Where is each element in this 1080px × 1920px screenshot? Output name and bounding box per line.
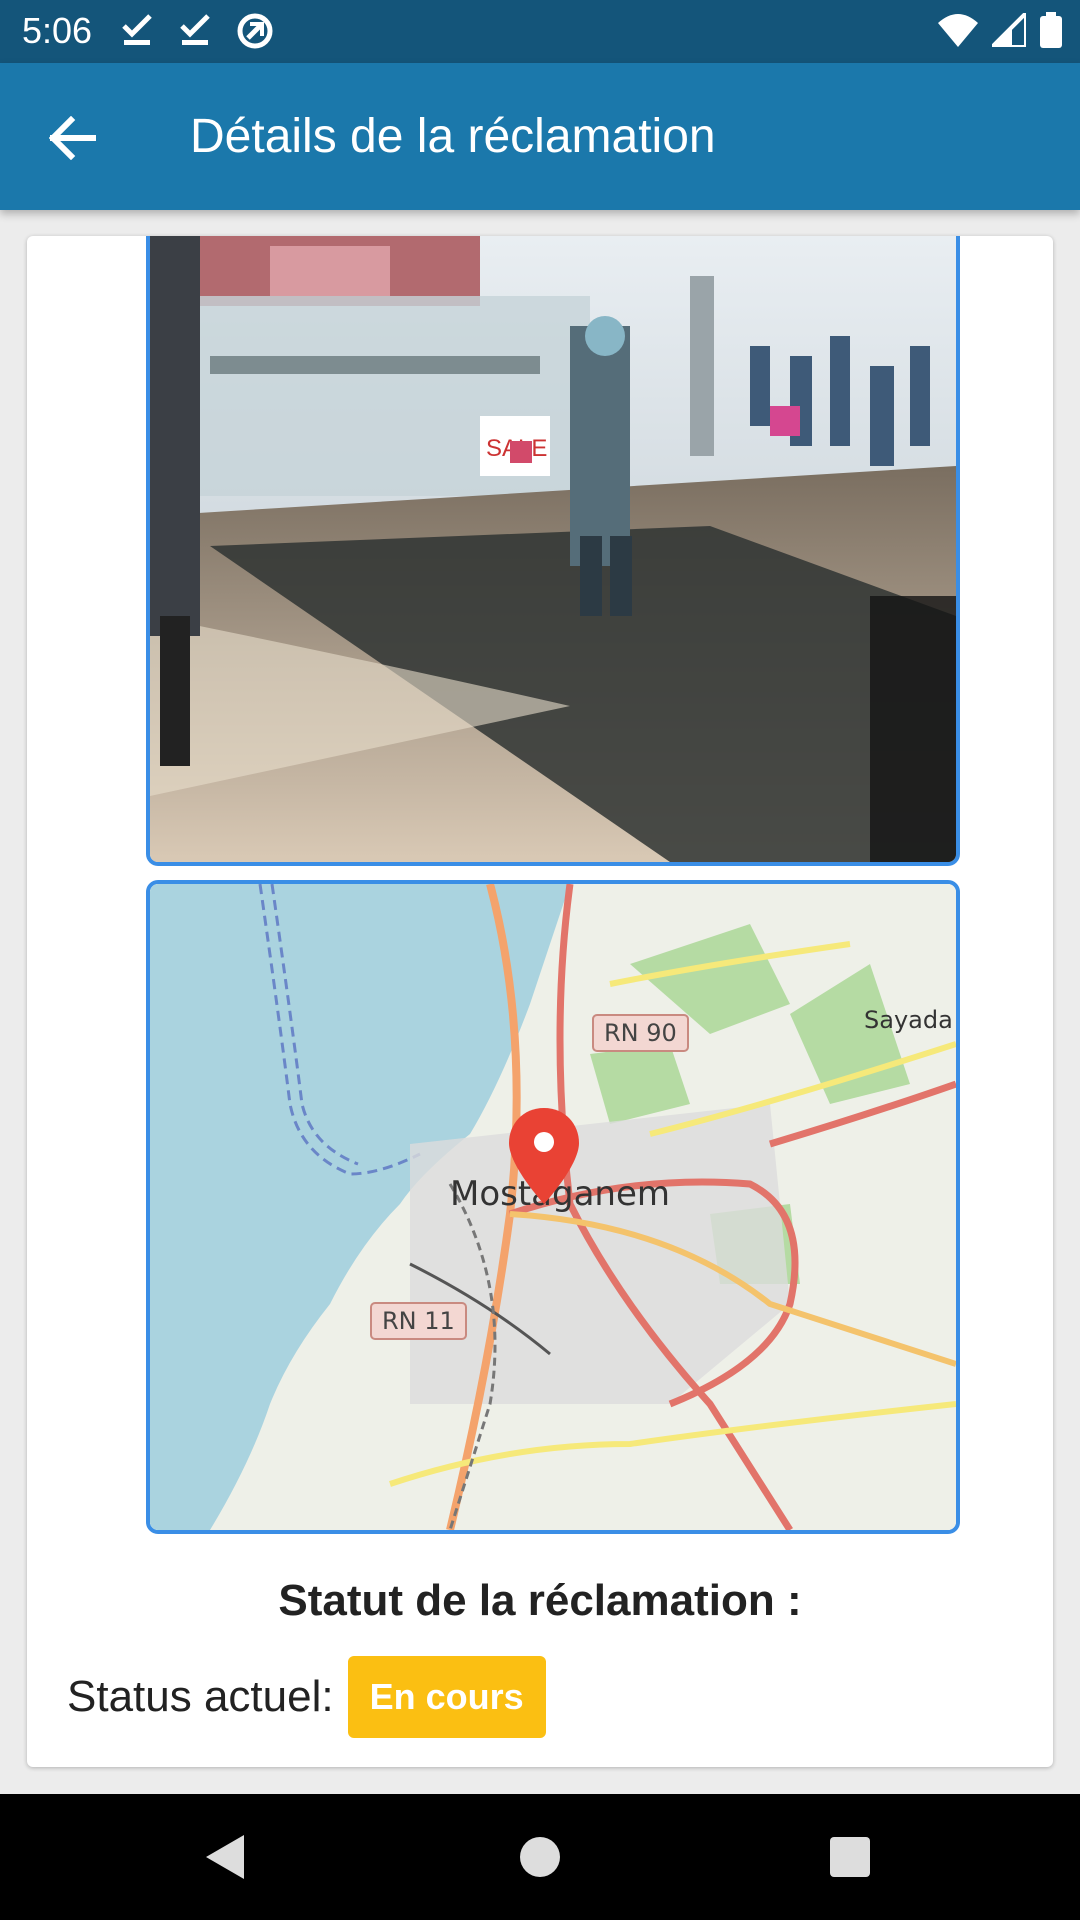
road-label-rn90: RN 90 <box>592 1014 689 1052</box>
status-left-icons <box>120 12 274 50</box>
download-done-icon <box>122 14 152 45</box>
nav-back-button[interactable] <box>193 1824 259 1890</box>
download-done-icon <box>180 14 210 45</box>
status-right-icons <box>938 12 1062 48</box>
status-row: Status actuel: En cours <box>67 1656 546 1738</box>
back-button[interactable] <box>38 103 108 173</box>
cell-signal-icon <box>992 13 1026 47</box>
complaint-details-card: SALE <box>27 236 1053 1767</box>
nav-home-button[interactable] <box>507 1824 573 1890</box>
status-time: 5:06 <box>22 10 93 51</box>
nav-recents-button[interactable] <box>817 1824 883 1890</box>
app-bar: Détails de la réclamation <box>0 63 1080 210</box>
system-nav-bar <box>0 1794 1080 1920</box>
flooded-mall-photo: SALE <box>150 236 956 862</box>
wifi-icon <box>938 14 978 47</box>
back-triangle-icon <box>206 1835 244 1879</box>
sync-icon <box>237 13 273 49</box>
map-town-label: Sayada <box>864 1006 953 1034</box>
page-title: Détails de la réclamation <box>190 110 716 163</box>
location-map[interactable]: RN 90 RN 11 Sayada Mostaganem <box>146 880 960 1534</box>
status-bar: 5:06 <box>0 0 1080 63</box>
status-badge: En cours <box>347 1656 546 1738</box>
complaint-photo[interactable]: SALE <box>146 236 960 866</box>
status-section-title: Statut de la réclamation : <box>278 1576 802 1625</box>
recents-square-icon <box>830 1837 870 1877</box>
battery-icon <box>1040 12 1062 48</box>
home-circle-icon <box>520 1837 560 1877</box>
arrow-back-icon <box>49 116 96 160</box>
road-label-rn11: RN 11 <box>370 1302 467 1340</box>
map-marker-icon[interactable] <box>507 1106 581 1206</box>
status-label: Status actuel: <box>67 1672 334 1721</box>
